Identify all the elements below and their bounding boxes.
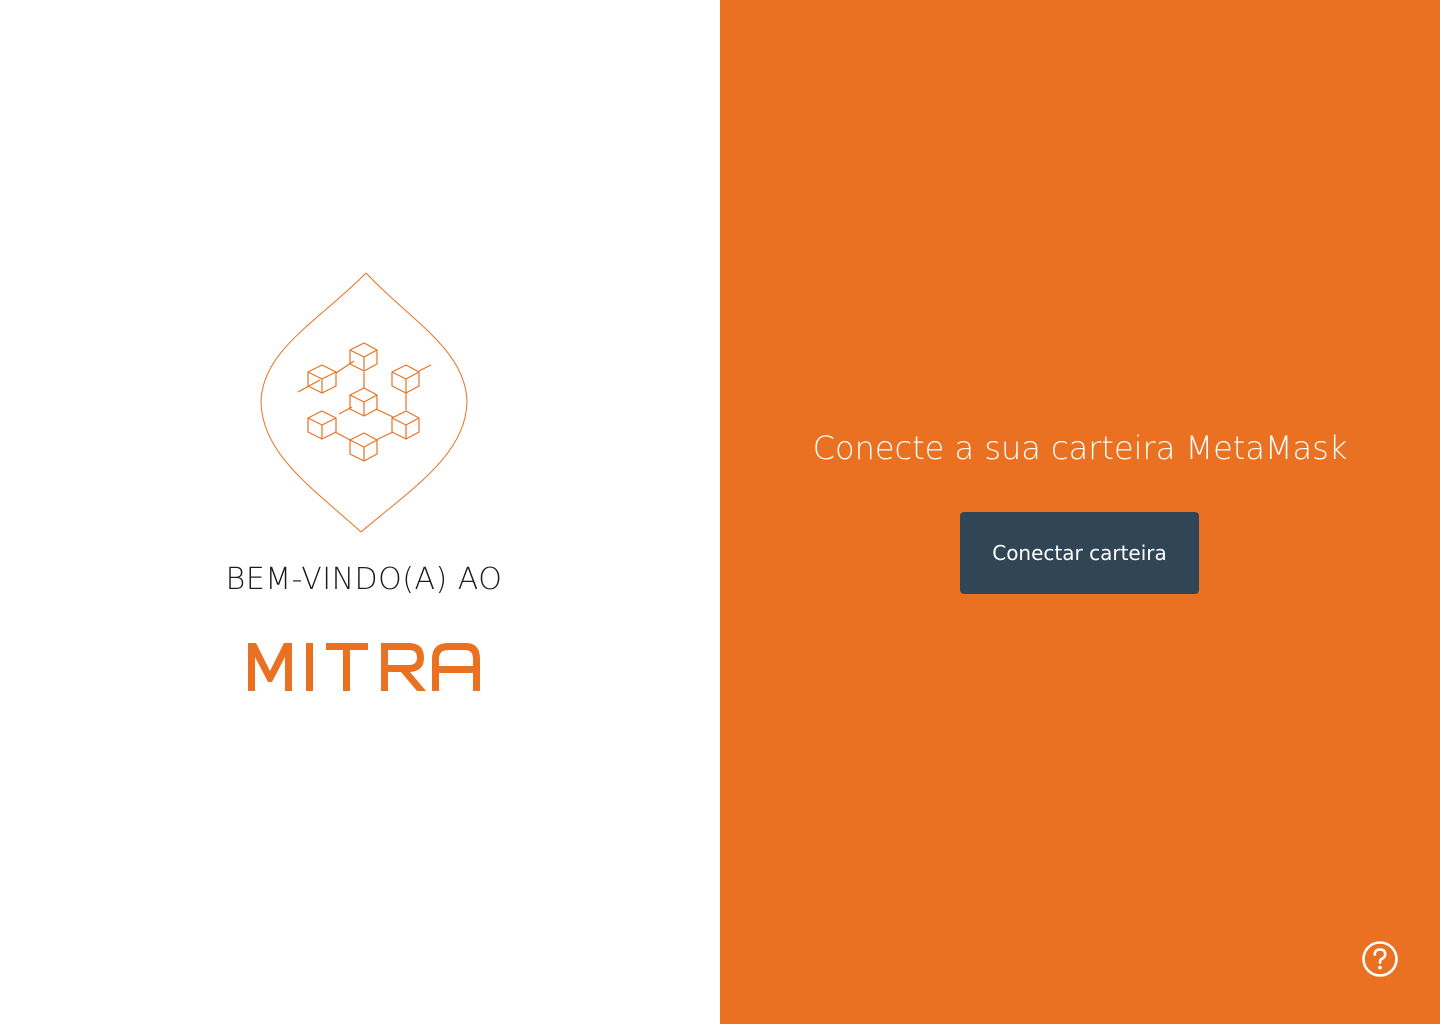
mitra-logo bbox=[248, 643, 480, 691]
question-circle-icon[interactable] bbox=[1360, 939, 1400, 979]
welcome-heading: BEM-VINDO(A) AO bbox=[225, 562, 503, 597]
blockchain-cubes-icon bbox=[260, 272, 468, 533]
welcome-panel: BEM-VINDO(A) AO bbox=[0, 0, 720, 1024]
connect-wallet-button[interactable]: Conectar carteira bbox=[960, 512, 1199, 594]
welcome-page: BEM-VINDO(A) AO Conecte a sua carteira M… bbox=[0, 0, 1440, 1024]
connect-panel: Conecte a sua carteira MetaMask Conectar… bbox=[720, 0, 1440, 1024]
connect-heading: Conecte a sua carteira MetaMask bbox=[812, 429, 1348, 467]
